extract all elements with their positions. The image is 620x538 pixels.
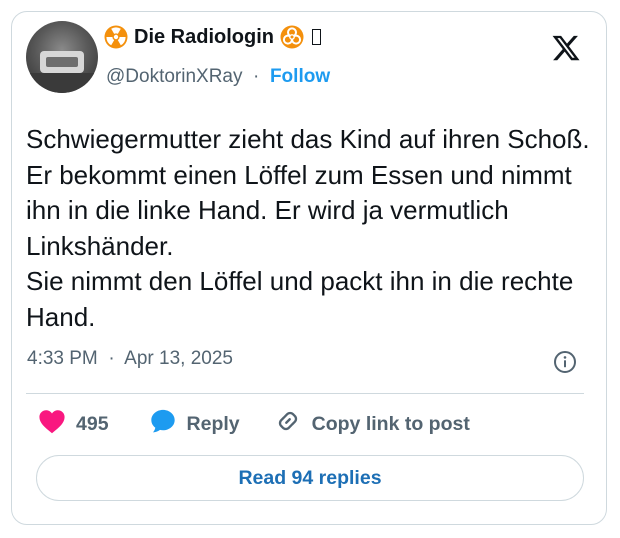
missing-glyph-icon [312, 29, 321, 45]
tweet-time[interactable]: 4:33 PM [27, 348, 98, 369]
like-count: 495 [76, 412, 109, 435]
tweet-text: Schwiegermutter zieht das Kind auf ihren… [26, 124, 590, 332]
author-display-name[interactable]: Die Radiologin [134, 26, 274, 49]
action-bar: 495 Reply Copy link to post [38, 408, 470, 440]
follow-button[interactable]: Follow [270, 66, 330, 87]
handle-separator: · [247, 66, 265, 87]
like-button[interactable]: 495 [38, 408, 109, 440]
divider [26, 393, 584, 394]
author-name-row[interactable]: Die Radiologin [104, 22, 321, 52]
tweet-date[interactable]: Apr 13, 2025 [124, 348, 233, 369]
radioactive-icon [104, 25, 128, 49]
meta-separator: · [103, 348, 120, 369]
copy-link-button[interactable]: Copy link to post [274, 407, 470, 441]
info-icon[interactable] [553, 350, 577, 374]
reply-label: Reply [186, 412, 240, 435]
heart-icon [38, 408, 66, 440]
reply-button[interactable]: Reply [149, 407, 240, 441]
copy-link-label: Copy link to post [311, 412, 470, 435]
biohazard-icon [280, 25, 304, 49]
avatar[interactable] [26, 21, 98, 93]
author-handle-row: @DoktorinXRay · Follow [106, 66, 330, 88]
x-logo-icon[interactable] [551, 33, 581, 63]
reply-bubble-icon [149, 407, 177, 441]
tweet-meta: 4:33 PM · Apr 13, 2025 [27, 348, 233, 370]
read-replies-button[interactable]: Read 94 replies [36, 455, 584, 501]
link-icon [274, 407, 302, 441]
author-handle[interactable]: @DoktorinXRay [106, 66, 243, 87]
